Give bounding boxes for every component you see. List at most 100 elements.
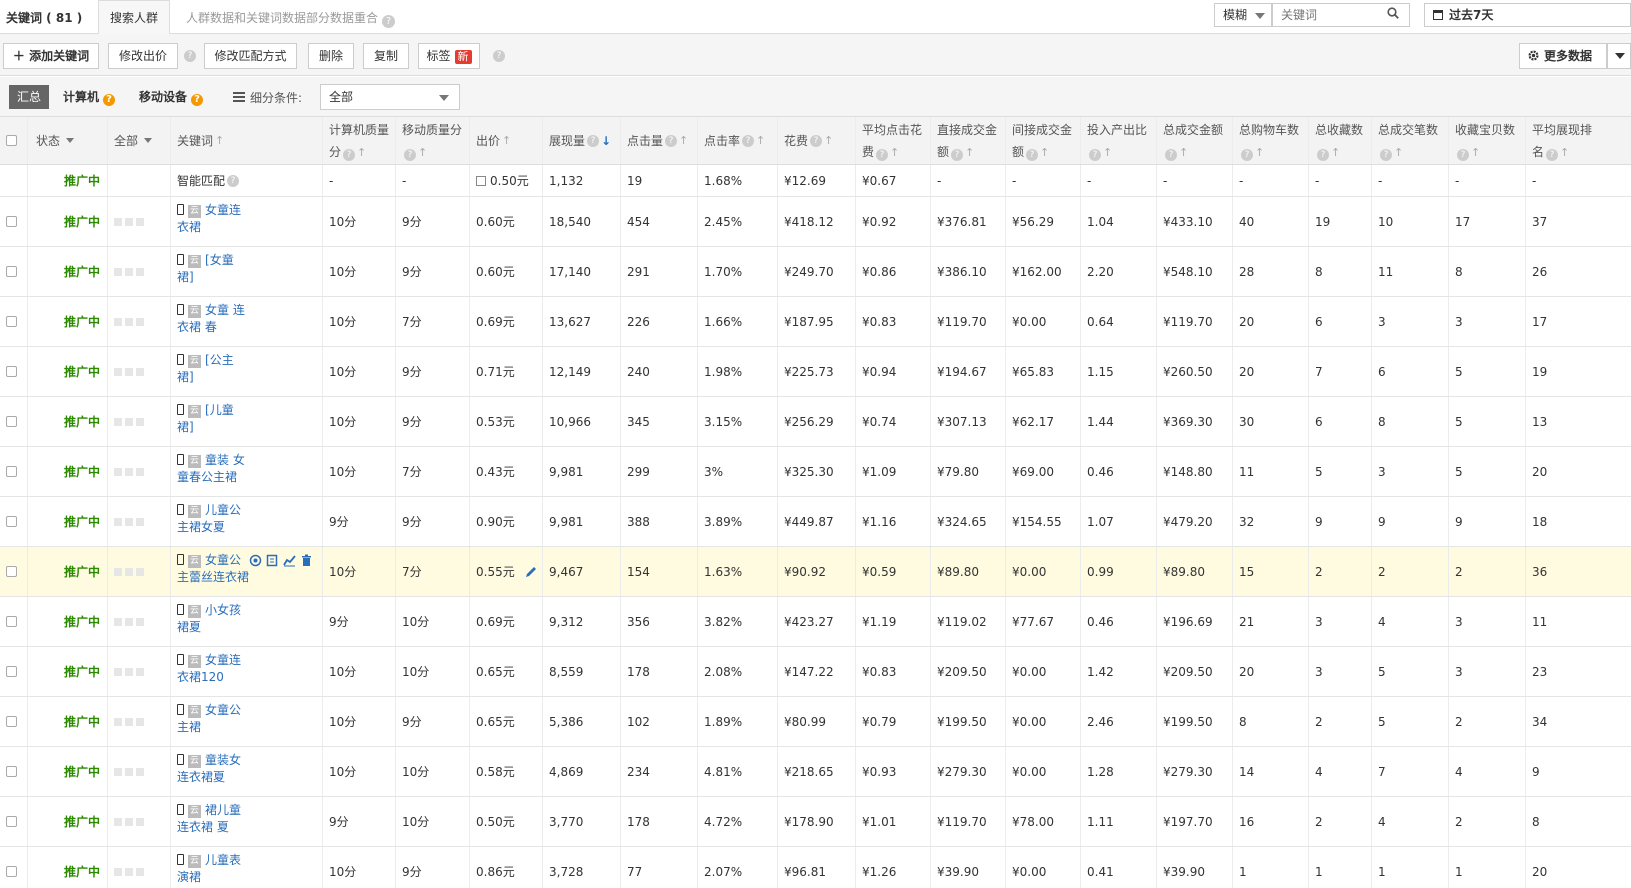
header-direct-gmv[interactable]: 直接成交金额? ↑	[931, 117, 1006, 164]
row-checkbox[interactable]	[0, 797, 28, 846]
keyword-link[interactable]: 主裙女夏	[177, 520, 225, 534]
keyword-link[interactable]: 童装 女	[205, 453, 245, 467]
header-fav[interactable]: 总收藏数? ↑	[1309, 117, 1372, 164]
sort-icon[interactable]: ↑	[1179, 146, 1188, 159]
row-checkbox[interactable]	[0, 647, 28, 696]
search-icon[interactable]	[1387, 7, 1399, 19]
sort-icon[interactable]: ↑	[890, 146, 899, 159]
tab-mobile[interactable]: 移动设备?	[131, 85, 216, 109]
help-icon[interactable]: ?	[227, 174, 240, 187]
bid-cell[interactable]: 0.43元	[470, 447, 543, 496]
header-all-filter[interactable]: 全部	[108, 117, 171, 164]
header-cart[interactable]: 总购物车数? ↑	[1233, 117, 1309, 164]
sort-icon[interactable]: ↑	[502, 130, 511, 152]
help-icon[interactable]: ?	[1026, 149, 1039, 161]
edit-bid-button[interactable]: 修改出价	[108, 43, 178, 69]
help-icon[interactable]: ?	[587, 134, 600, 147]
keyword-link[interactable]: 女童连	[205, 203, 241, 217]
bid-cell[interactable]: 0.60元	[470, 247, 543, 296]
help-icon[interactable]: ?	[103, 94, 116, 106]
row-checkbox[interactable]	[0, 447, 28, 496]
report-icon[interactable]	[266, 554, 279, 567]
help-icon[interactable]: ?	[876, 149, 889, 161]
help-icon[interactable]: ?	[742, 134, 755, 147]
bid-setting-icon[interactable]	[476, 175, 486, 186]
bid-cell[interactable]: 0.90元	[470, 497, 543, 546]
segment-condition-select[interactable]: 全部	[320, 84, 460, 110]
header-clicks[interactable]: 点击量? ↑	[621, 117, 698, 164]
tab-keywords[interactable]: 关键词 ( 81 )	[6, 9, 82, 26]
keyword-link[interactable]: 连衣裙 夏	[177, 820, 229, 834]
keyword-link[interactable]: [儿童	[205, 403, 234, 417]
sort-icon[interactable]: ↑	[824, 130, 833, 152]
header-keyword[interactable]: 关键词 ↑	[171, 117, 323, 164]
sort-icon[interactable]: ↑	[1471, 146, 1480, 159]
help-icon[interactable]: ?	[343, 149, 356, 161]
keyword-link[interactable]: 女童连	[205, 653, 241, 667]
sort-icon[interactable]: ↑	[215, 130, 224, 152]
header-pc-quality[interactable]: 计算机质量分? ↑	[323, 117, 396, 164]
bid-cell[interactable]: 0.71元	[470, 347, 543, 396]
keyword-link[interactable]: 连衣裙夏	[177, 770, 225, 784]
tag-button[interactable]: 标签新	[418, 43, 480, 69]
keyword-link[interactable]: 童装女	[205, 753, 241, 767]
help-icon[interactable]: ?	[1317, 149, 1329, 161]
keyword-link[interactable]: 儿童表	[205, 853, 241, 867]
keyword-link[interactable]: 女童公	[205, 703, 241, 717]
keyword-link[interactable]: 主蕾丝连衣裙	[177, 570, 249, 584]
header-status[interactable]: 状态	[28, 117, 108, 164]
help-icon[interactable]: ?	[951, 149, 964, 161]
row-checkbox[interactable]	[0, 297, 28, 346]
help-icon[interactable]: ?	[1165, 149, 1177, 161]
bid-cell[interactable]: 0.65元	[470, 647, 543, 696]
row-checkbox[interactable]	[0, 597, 28, 646]
bid-cell[interactable]: 0.60元	[470, 197, 543, 246]
keyword-link[interactable]: [公主	[205, 353, 234, 367]
tab-search-crowd[interactable]: 搜索人群	[98, 0, 170, 34]
help-icon[interactable]: ?	[191, 94, 204, 106]
header-avg-rank[interactable]: 平均展现排名? ↑	[1526, 117, 1601, 164]
more-data-button[interactable]: 更多数据	[1519, 43, 1607, 69]
collapse-toggle-button[interactable]	[1607, 43, 1631, 69]
pencil-icon[interactable]	[524, 565, 538, 579]
keyword-link[interactable]: 裙儿童	[205, 803, 241, 817]
keyword-link[interactable]: 衣裙 春	[177, 320, 217, 334]
keyword-link[interactable]: 小女孩	[205, 603, 241, 617]
keyword-link[interactable]: 女童公	[205, 553, 241, 567]
header-total-gmv[interactable]: 总成交金额? ↑	[1157, 117, 1233, 164]
row-checkbox[interactable]	[0, 347, 28, 396]
select-all-checkbox[interactable]	[0, 117, 28, 164]
header-cpc[interactable]: 平均点击花费? ↑	[856, 117, 931, 164]
row-checkbox[interactable]	[0, 247, 28, 296]
tab-summary[interactable]: 汇总	[9, 85, 49, 109]
keyword-link[interactable]: 儿童公	[205, 503, 241, 517]
help-icon[interactable]: ?	[810, 134, 823, 147]
bid-cell[interactable]: 0.58元	[470, 747, 543, 796]
header-indirect-gmv[interactable]: 间接成交金额? ↑	[1006, 117, 1081, 164]
sort-icon[interactable]: ↑	[756, 130, 765, 152]
help-icon[interactable]: ?	[1457, 149, 1469, 161]
header-roi[interactable]: 投入产出比? ↑	[1081, 117, 1157, 164]
row-checkbox[interactable]	[0, 747, 28, 796]
sort-icon[interactable]: ↑	[965, 146, 974, 159]
tab-computer[interactable]: 计算机?	[55, 85, 120, 109]
keyword-link[interactable]: 童春公主裙	[177, 470, 237, 484]
keyword-link[interactable]: 衣裙	[177, 220, 201, 234]
header-ctr[interactable]: 点击率? ↑	[698, 117, 778, 164]
row-checkbox[interactable]	[0, 197, 28, 246]
sort-icon[interactable]: ↑	[1255, 146, 1264, 159]
keyword-link[interactable]: 裙]	[177, 420, 194, 434]
bid-cell[interactable]: 0.69元	[470, 597, 543, 646]
target-icon[interactable]	[249, 554, 262, 567]
bid-cell[interactable]: 0.53元	[470, 397, 543, 446]
keyword-link[interactable]: 衣裙120	[177, 670, 224, 684]
row-checkbox[interactable]	[0, 697, 28, 746]
sort-icon[interactable]: ↑	[1560, 146, 1569, 159]
header-mobile-quality[interactable]: 移动质量分? ↑	[396, 117, 470, 164]
bid-cell[interactable]: 0.55元	[470, 547, 543, 596]
keyword-link[interactable]: 裙夏	[177, 620, 201, 634]
add-keyword-button[interactable]: ＋ 添加关键词	[3, 43, 99, 69]
keyword-link[interactable]: 演裙	[177, 870, 201, 884]
sort-desc-icon[interactable]: ↓	[601, 130, 611, 152]
smart-bid[interactable]: 0.50元	[470, 165, 543, 196]
